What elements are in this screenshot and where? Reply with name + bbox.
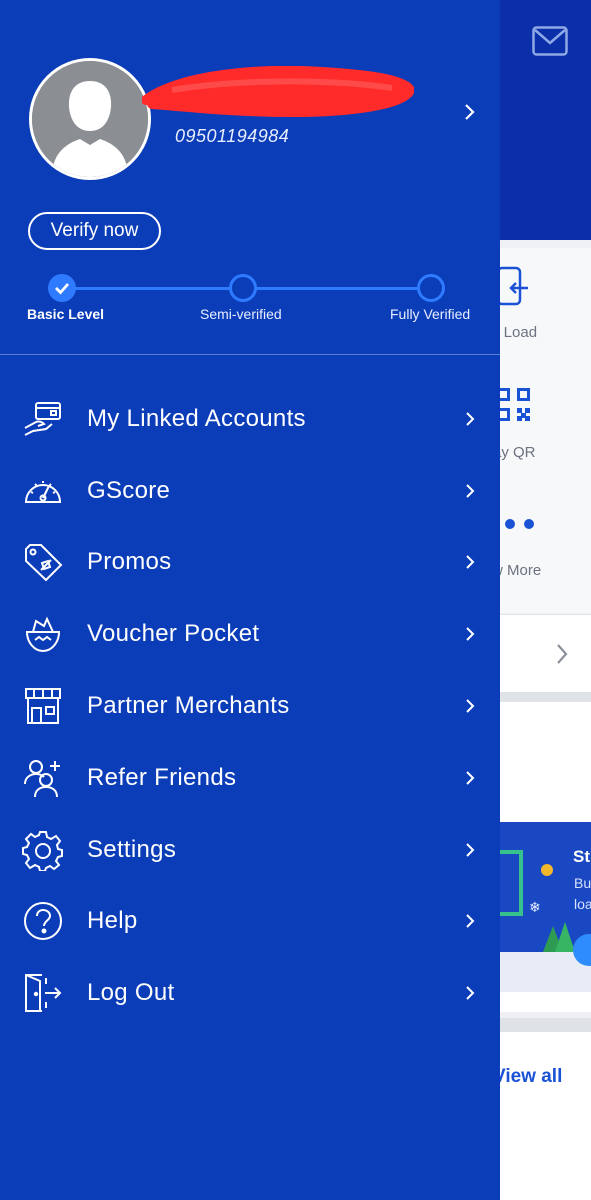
- redacted-name: [142, 66, 414, 120]
- menu-label: GScore: [87, 476, 171, 504]
- avatar[interactable]: [29, 58, 151, 180]
- drawer-menu: My Linked Accounts GScore Promos Voucher…: [0, 383, 500, 1029]
- menu-label: Refer Friends: [87, 763, 237, 791]
- chevron-right-icon: [466, 986, 475, 1000]
- chevron-right-icon: [557, 644, 568, 664]
- menu-label: Log Out: [87, 979, 175, 1007]
- promo-tag-icon: [25, 544, 63, 582]
- chevron-right-icon: [466, 842, 475, 857]
- qr-code-icon: [497, 388, 531, 422]
- menu-item-promos[interactable]: Promos: [0, 527, 500, 599]
- phone-number: 09501194984: [175, 126, 290, 146]
- divider: [0, 354, 500, 355]
- mail-icon[interactable]: [532, 26, 568, 56]
- view-all-link[interactable]: View all: [493, 1066, 562, 1088]
- side-drawer: 09501194984 Verify now Basic Level Semi-…: [0, 0, 500, 1200]
- check-icon: [55, 283, 70, 295]
- chevron-right-icon: [466, 555, 475, 570]
- logout-icon: [25, 974, 62, 1013]
- voucher-pocket-icon: [25, 616, 61, 653]
- storefront-icon: [25, 688, 61, 725]
- menu-item-linked-accounts[interactable]: My Linked Accounts: [0, 383, 500, 455]
- fully-verified-node: [417, 274, 445, 302]
- menu-item-voucher-pocket[interactable]: Voucher Pocket: [0, 598, 500, 670]
- verify-now-button[interactable]: Verify now: [28, 212, 161, 250]
- linked-accounts-icon: [24, 401, 61, 436]
- banner-line-2: loa: [574, 896, 591, 912]
- menu-item-refer-friends[interactable]: Refer Friends: [0, 742, 500, 814]
- verification-progress: Basic Level Semi-verified Fully Verified: [0, 270, 500, 330]
- more-dots-icon: [504, 518, 536, 530]
- level-label-semi: Semi-verified: [200, 306, 282, 322]
- buy-load-icon: [496, 266, 530, 306]
- menu-item-gscore[interactable]: GScore: [0, 455, 500, 527]
- menu-item-help[interactable]: Help: [0, 886, 500, 958]
- chevron-right-icon: [466, 771, 475, 785]
- menu-label: Settings: [87, 835, 177, 863]
- speedometer-icon: [24, 480, 62, 503]
- level-label-basic: Basic Level: [27, 306, 105, 322]
- menu-item-log-out[interactable]: Log Out: [0, 957, 500, 1029]
- help-icon: [24, 902, 62, 941]
- svg-text:❄: ❄: [529, 900, 541, 916]
- menu-label: Promos: [87, 548, 172, 576]
- add-friend-icon: [24, 759, 60, 797]
- menu-item-partner-merchants[interactable]: Partner Merchants: [0, 670, 500, 742]
- menu-label: Partner Merchants: [87, 692, 290, 720]
- gear-icon: [22, 830, 63, 871]
- banner-line-1: Bu: [574, 875, 591, 891]
- chevron-right-icon: [466, 412, 475, 426]
- chevron-right-icon: [466, 699, 475, 713]
- chevron-right-icon: [466, 914, 475, 929]
- menu-label: Voucher Pocket: [87, 620, 260, 648]
- profile-chevron-right-icon[interactable]: [462, 100, 478, 124]
- menu-label: My Linked Accounts: [87, 404, 306, 432]
- semi-verified-node: [229, 274, 257, 302]
- basic-level-node: [48, 274, 76, 302]
- menu-label: Help: [87, 907, 138, 935]
- banner-title: St: [573, 847, 590, 866]
- person-silhouette-icon: [32, 61, 148, 177]
- chevron-right-icon: [466, 483, 475, 498]
- level-label-fully: Fully Verified: [390, 306, 471, 322]
- menu-item-settings[interactable]: Settings: [0, 814, 500, 886]
- chevron-right-icon: [466, 627, 475, 641]
